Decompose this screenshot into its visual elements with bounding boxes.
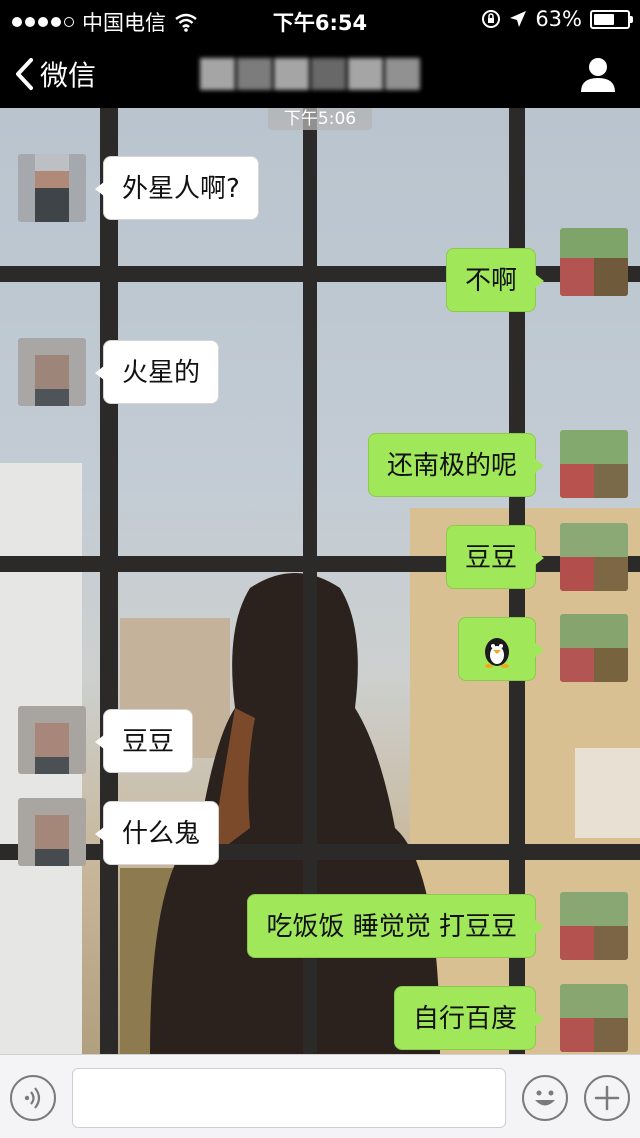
more-button[interactable] (584, 1075, 630, 1121)
window-frame-h1 (0, 266, 640, 282)
avatar-self[interactable] (560, 523, 628, 591)
window-frame-h2 (0, 556, 640, 572)
message-bubble-received[interactable]: 外星人啊? (95, 156, 259, 220)
avatar-contact[interactable] (18, 154, 86, 222)
background-window (575, 748, 640, 838)
chat-area[interactable]: 下午5:06 外星人啊? 不啊 火星的 还南极的呢 豆豆 豆豆 什么鬼 吃饭饭 … (0, 108, 640, 1054)
message-timestamp: 下午5:06 (268, 108, 372, 130)
message-bubble-sent[interactable]: 还南极的呢 (367, 433, 545, 497)
status-bar: 中国电信 下午6:54 63% (0, 0, 640, 40)
nav-bar: 微信 (0, 40, 640, 108)
message-bubble-sent-emoji[interactable] (458, 617, 544, 681)
chevron-left-icon (16, 58, 33, 90)
plus-icon (594, 1085, 620, 1111)
emoji-button[interactable] (522, 1075, 568, 1121)
chat-title-obscured (200, 58, 420, 90)
voice-button[interactable] (10, 1075, 56, 1121)
avatar-self[interactable] (560, 892, 628, 960)
message-bubble-sent[interactable]: 不啊 (445, 248, 545, 312)
avatar-self[interactable] (560, 614, 628, 682)
window-frame-v1 (100, 108, 118, 1054)
message-input[interactable] (72, 1068, 506, 1128)
emoji-icon (535, 1090, 555, 1106)
lock-rotation-icon (482, 10, 501, 28)
penguin-icon (485, 638, 509, 668)
battery-icon (590, 9, 633, 29)
avatar-self[interactable] (560, 228, 628, 296)
message-bubble-sent[interactable]: 豆豆 (445, 525, 545, 589)
battery-percent: 63% (535, 7, 582, 31)
profile-button[interactable] (578, 54, 618, 94)
avatar-contact[interactable] (18, 798, 86, 866)
location-arrow-icon (510, 11, 527, 27)
message-bubble-received[interactable]: 什么鬼 (94, 801, 220, 865)
message-bubble-received[interactable]: 火星的 (94, 340, 220, 404)
window-frame-h3 (0, 844, 640, 860)
avatar-self[interactable] (560, 984, 628, 1052)
message-bubble-sent[interactable]: 自行百度 (393, 986, 545, 1050)
person-icon (581, 58, 615, 92)
avatar-contact[interactable] (18, 338, 86, 406)
voice-icon (24, 1087, 41, 1109)
back-button[interactable]: 微信 (14, 52, 96, 96)
avatar-self[interactable] (560, 430, 628, 498)
avatar-contact[interactable] (18, 706, 86, 774)
message-bubble-received[interactable]: 豆豆 (94, 709, 194, 773)
message-bubble-sent[interactable]: 吃饭饭 睡觉觉 打豆豆 (247, 894, 544, 958)
back-label: 微信 (40, 59, 97, 92)
input-bar (0, 1054, 640, 1138)
battery-fill (594, 13, 615, 25)
